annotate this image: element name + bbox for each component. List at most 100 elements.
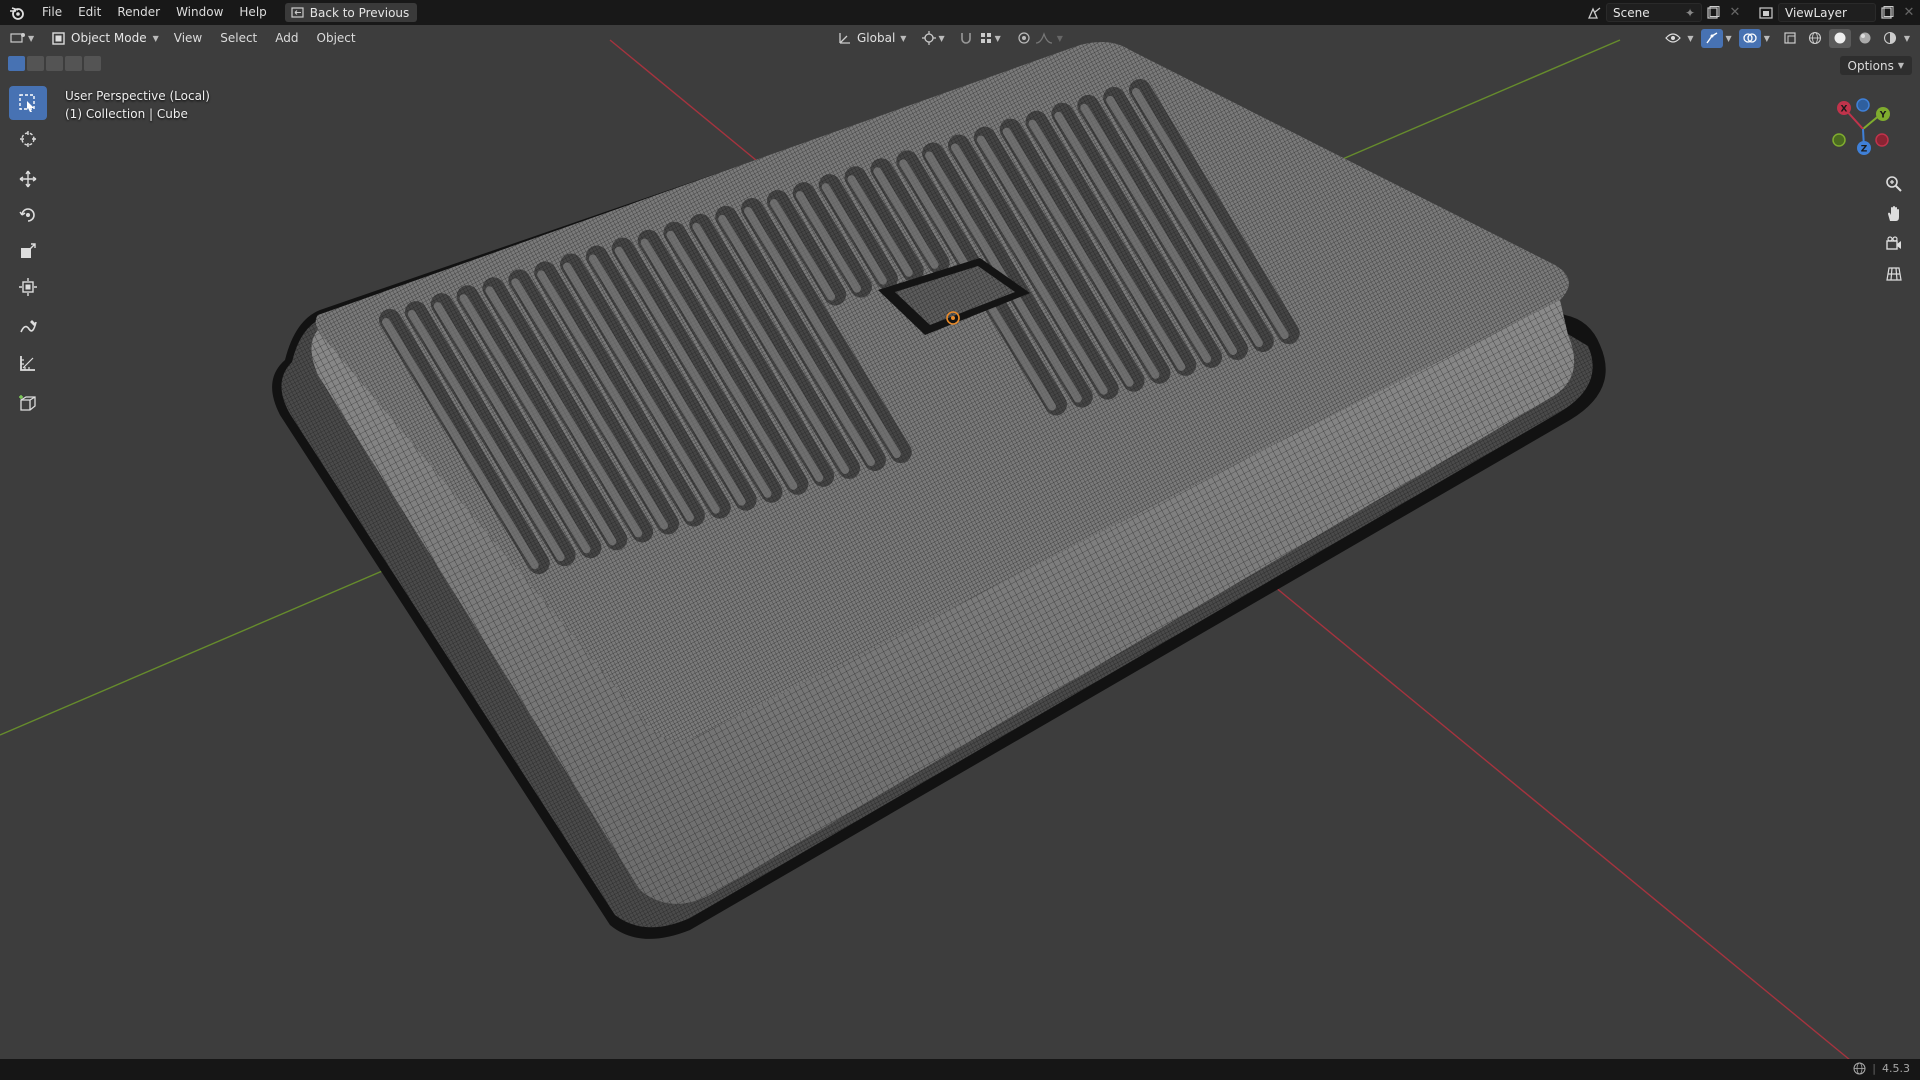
menu-select[interactable]: Select bbox=[211, 25, 266, 51]
menu-file[interactable]: File bbox=[34, 0, 70, 25]
scene-name: Scene bbox=[1613, 5, 1650, 20]
menu-object[interactable]: Object bbox=[308, 25, 365, 51]
mode-selector[interactable]: Object Mode ▼ bbox=[46, 28, 165, 48]
chevron-down-icon: ▼ bbox=[1903, 33, 1910, 43]
menu-add[interactable]: Add bbox=[266, 25, 307, 51]
scene-selector[interactable]: Scene ✦ ✕ bbox=[1584, 3, 1746, 22]
add-cube-icon[interactable] bbox=[9, 386, 47, 420]
visibility-icon[interactable] bbox=[1662, 29, 1684, 48]
wireframe-shading-icon[interactable] bbox=[1804, 29, 1826, 48]
options-dropdown[interactable]: Options ▼ bbox=[1839, 56, 1912, 75]
gizmo-neg-y[interactable] bbox=[1832, 133, 1846, 147]
proportional-edit-icon bbox=[1018, 32, 1030, 44]
chevron-down-icon: ▼ bbox=[1897, 61, 1904, 70]
version-info: | 4.5.3 bbox=[1853, 1062, 1910, 1075]
select-new-icon[interactable] bbox=[8, 56, 25, 71]
options-label: Options bbox=[1847, 58, 1894, 73]
menu-render[interactable]: Render bbox=[109, 0, 168, 25]
chevron-down-icon: ▼ bbox=[938, 33, 945, 43]
snap-toggle[interactable] bbox=[959, 31, 973, 45]
falloff-icon bbox=[1035, 32, 1052, 44]
topbar-right: Scene ✦ ✕ ViewLayer ✕ bbox=[1584, 0, 1920, 25]
grid-snap-icon bbox=[980, 33, 991, 43]
chevron-down-icon: ▼ bbox=[900, 33, 907, 43]
viewport-info: User Perspective (Local) (1) Collection … bbox=[65, 87, 210, 123]
viewlayer-selector[interactable]: ViewLayer ✕ bbox=[1756, 3, 1920, 22]
orientation-selector[interactable]: Global ▼ bbox=[838, 31, 906, 45]
viewport-display-tools: ▼ ▼ ▼ ▼ bbox=[1662, 28, 1910, 48]
rotate-icon[interactable] bbox=[9, 198, 47, 232]
top-bar: File Edit Render Window Help Back to Pre… bbox=[0, 0, 1920, 25]
select-box-icon[interactable] bbox=[9, 86, 47, 120]
solid-shading-icon[interactable] bbox=[1828, 28, 1851, 48]
select-difference-icon[interactable] bbox=[65, 56, 82, 71]
select-extend-icon[interactable] bbox=[27, 56, 44, 71]
chevron-down-icon: ▼ bbox=[1725, 33, 1732, 43]
annotate-icon[interactable] bbox=[9, 310, 47, 344]
orientation-icon bbox=[839, 33, 850, 44]
collection-label: (1) Collection | Cube bbox=[65, 107, 188, 121]
snap-target-selector[interactable]: ▼ bbox=[979, 31, 1001, 45]
material-shading-icon[interactable] bbox=[1854, 29, 1876, 48]
new-viewlayer-icon[interactable] bbox=[1876, 3, 1898, 22]
tool-shelf bbox=[9, 86, 47, 422]
selection-mode-buttons bbox=[8, 56, 101, 71]
zoom-icon[interactable] bbox=[1880, 170, 1908, 198]
menu-window[interactable]: Window bbox=[168, 0, 231, 25]
back-button-label: Back to Previous bbox=[309, 5, 410, 20]
blender-logo-icon[interactable] bbox=[0, 0, 34, 25]
perspective-toggle-icon[interactable] bbox=[1880, 260, 1908, 288]
delete-scene-icon[interactable]: ✕ bbox=[1724, 3, 1746, 22]
transform-tools: Global ▼ ▼ ▼ ▼ bbox=[838, 28, 1063, 48]
chevron-down-icon: ▼ bbox=[28, 33, 35, 43]
proportional-edit[interactable]: ▼ bbox=[1017, 31, 1063, 45]
measure-icon[interactable] bbox=[9, 346, 47, 380]
select-intersect-icon[interactable] bbox=[84, 56, 101, 71]
mode-label: Object Mode bbox=[71, 31, 147, 45]
scale-icon[interactable] bbox=[9, 234, 47, 268]
viewlayer-icon[interactable] bbox=[1756, 3, 1778, 22]
overlays-toggle-icon[interactable] bbox=[1738, 28, 1761, 48]
globe-icon bbox=[1853, 1062, 1866, 1075]
version-number: 4.5.3 bbox=[1882, 1062, 1910, 1075]
pan-hand-icon[interactable] bbox=[1880, 200, 1908, 228]
pivot-selector[interactable]: ▼ bbox=[922, 31, 945, 45]
gizmo-z-label: Z bbox=[1861, 145, 1868, 155]
chevron-down-icon: ▼ bbox=[152, 33, 159, 43]
viewport-editor-icon bbox=[10, 33, 25, 43]
back-icon bbox=[291, 7, 304, 18]
editor-type-selector[interactable]: ▼ bbox=[10, 28, 40, 48]
navigation-gizmo[interactable]: X Y Z bbox=[1830, 96, 1896, 162]
pivot-icon bbox=[922, 31, 937, 45]
gizmo-neg-z[interactable] bbox=[1856, 98, 1870, 112]
viewlayer-name-field[interactable]: ViewLayer bbox=[1778, 3, 1876, 22]
select-subtract-icon[interactable] bbox=[46, 56, 63, 71]
transform-icon[interactable] bbox=[9, 270, 47, 304]
gizmo-toggle-icon[interactable] bbox=[1700, 28, 1723, 48]
scene-icon[interactable] bbox=[1584, 3, 1606, 22]
back-to-previous-button[interactable]: Back to Previous bbox=[284, 3, 418, 22]
pin-icon[interactable]: ✦ bbox=[1685, 6, 1695, 20]
snap-icon bbox=[960, 33, 971, 44]
chevron-down-icon: ▼ bbox=[1056, 33, 1063, 43]
menu-help[interactable]: Help bbox=[231, 0, 274, 25]
camera-view-icon[interactable] bbox=[1880, 230, 1908, 258]
status-bar: | 4.5.3 bbox=[0, 1059, 1920, 1080]
cursor-icon[interactable] bbox=[9, 122, 47, 156]
navigation-buttons bbox=[1880, 170, 1908, 290]
menu-view[interactable]: View bbox=[165, 25, 211, 51]
chevron-down-icon: ▼ bbox=[1763, 33, 1770, 43]
3d-viewport[interactable] bbox=[0, 0, 1920, 1080]
scene-name-field[interactable]: Scene ✦ bbox=[1606, 3, 1702, 22]
viewlayer-name: ViewLayer bbox=[1785, 5, 1847, 20]
gizmo-neg-x[interactable] bbox=[1875, 133, 1889, 147]
gizmo-y-label: Y bbox=[1879, 111, 1887, 121]
rendered-shading-icon[interactable] bbox=[1879, 29, 1901, 48]
perspective-label: User Perspective (Local) bbox=[65, 89, 210, 103]
menu-edit[interactable]: Edit bbox=[70, 0, 109, 25]
delete-viewlayer-icon[interactable]: ✕ bbox=[1898, 3, 1920, 22]
gizmo-x-label: X bbox=[1841, 105, 1848, 115]
xray-toggle-icon[interactable] bbox=[1779, 29, 1801, 48]
move-icon[interactable] bbox=[9, 162, 47, 196]
new-scene-icon[interactable] bbox=[1702, 3, 1724, 22]
